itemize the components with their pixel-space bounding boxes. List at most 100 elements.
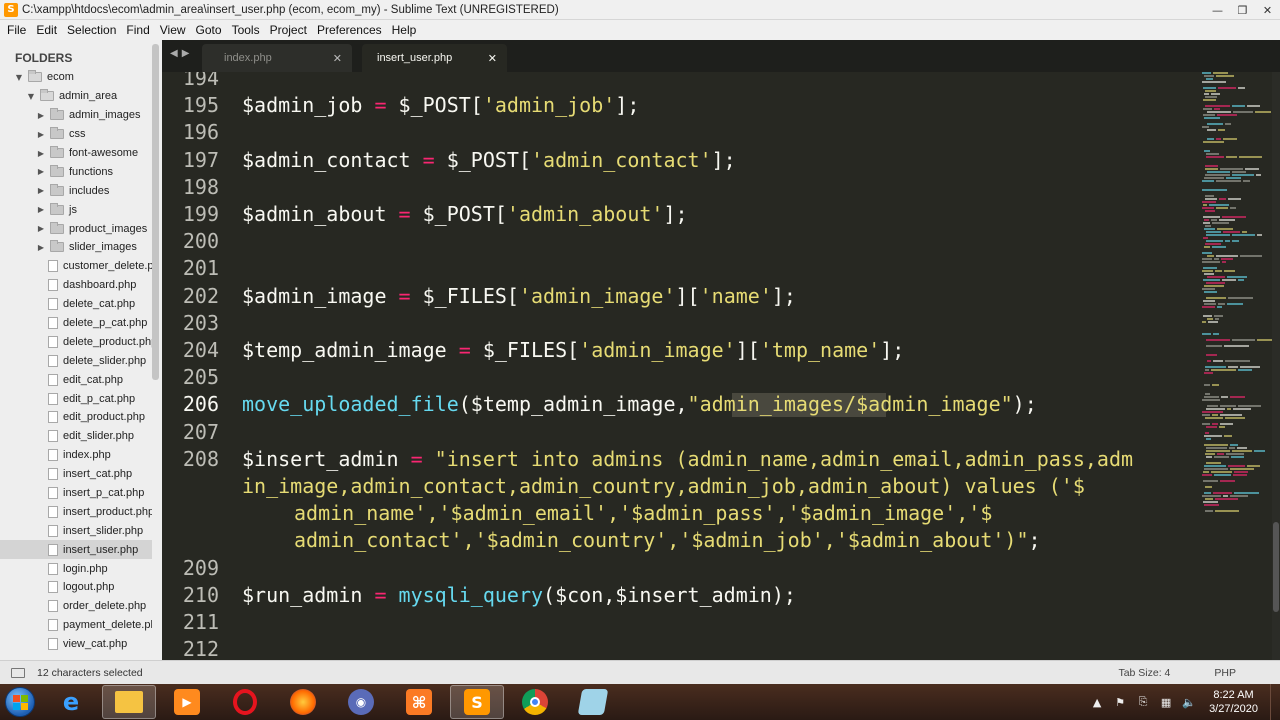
chevron-up-icon[interactable]: ▲ xyxy=(1088,693,1106,711)
tree-folder-admin-area[interactable]: ▼ admin_area xyxy=(0,87,152,106)
menu-file[interactable]: File xyxy=(2,20,31,40)
code-line-210[interactable]: 210 $run_admin = mysqli_query($con,$inser… xyxy=(162,582,1200,609)
menu-edit[interactable]: Edit xyxy=(31,20,62,40)
tree-file-payment-delete-php[interactable]: payment_delete.php xyxy=(0,616,152,635)
tree-file-order-delete-php[interactable]: order_delete.php xyxy=(0,597,152,616)
code-line-206[interactable]: 206 move_uploaded_file($temp_admin_image,… xyxy=(162,391,1200,418)
chevron-right-icon[interactable]: ▶ xyxy=(36,167,46,176)
tree-folder-admin-images[interactable]: ▶ admin_images xyxy=(0,106,152,125)
code-line-202[interactable]: 202 $admin_image = $_FILES['admin_image']… xyxy=(162,283,1200,310)
menu-view[interactable]: View xyxy=(155,20,191,40)
menu-find[interactable]: Find xyxy=(121,20,154,40)
menu-help[interactable]: Help xyxy=(387,20,422,40)
code-line-203[interactable]: 203 xyxy=(162,310,1200,337)
code-line-208-wrap[interactable]: admin_contact','$admin_country','$admin_… xyxy=(162,527,1200,554)
tree-file-edit-slider-php[interactable]: edit_slider.php xyxy=(0,427,152,446)
chevron-down-icon[interactable]: ▼ xyxy=(26,92,36,101)
chevron-right-icon[interactable]: ▶ xyxy=(36,243,46,252)
start-button[interactable] xyxy=(0,684,40,720)
tree-folder-functions[interactable]: ▶ functions xyxy=(0,162,152,181)
tree-folder-slider-images[interactable]: ▶ slider_images xyxy=(0,238,152,257)
tree-file-customer-delete-php[interactable]: customer_delete.php xyxy=(0,257,152,276)
tab-insert-user-php[interactable]: insert_user.php ✕ xyxy=(362,44,507,72)
volume-icon[interactable]: 🔈 xyxy=(1180,693,1198,711)
code-line-209[interactable]: 209 xyxy=(162,555,1200,582)
tab-size-status[interactable]: Tab Size: 4 xyxy=(1096,667,1192,679)
flag-icon[interactable]: ⚑ xyxy=(1111,693,1129,711)
network-signal-icon[interactable]: ▦ xyxy=(1157,693,1175,711)
usb-icon[interactable]: ⎘ xyxy=(1134,693,1152,711)
minimize-icon[interactable]: — xyxy=(1205,0,1230,20)
tree-file-insert-user-php[interactable]: insert_user.php xyxy=(0,540,152,560)
scrollbar-thumb[interactable] xyxy=(1273,522,1279,612)
menu-project[interactable]: Project xyxy=(265,20,312,40)
code-line-212[interactable]: 212 xyxy=(162,636,1200,660)
taskbar-chrome[interactable] xyxy=(508,685,562,719)
tree-file-edit-p-cat-php[interactable]: edit_p_cat.php xyxy=(0,389,152,408)
tree-folder-includes[interactable]: ▶ includes xyxy=(0,181,152,200)
code-line-199[interactable]: 199 $admin_about = $_POST['admin_about']; xyxy=(162,201,1200,228)
code-line-207[interactable]: 207 xyxy=(162,419,1200,446)
taskbar-xampp[interactable]: ⌘ xyxy=(392,685,446,719)
tree-file-edit-cat-php[interactable]: edit_cat.php xyxy=(0,370,152,389)
sidebar-scrollbar[interactable] xyxy=(152,44,159,380)
tree-file-insert-p-cat-php[interactable]: insert_p_cat.php xyxy=(0,484,152,503)
taskbar-media-player[interactable]: ▶ xyxy=(160,685,214,719)
taskbar-sublime-text[interactable]: S xyxy=(450,685,504,719)
tree-folder-js[interactable]: ▶ js xyxy=(0,200,152,219)
chevron-right-icon[interactable]: ▶ xyxy=(36,111,46,120)
taskbar-opera[interactable] xyxy=(218,685,272,719)
tree-file-logout-php[interactable]: logout.php xyxy=(0,578,152,597)
tree-file-delete-p-cat-php[interactable]: delete_p_cat.php xyxy=(0,314,152,333)
chevron-down-icon[interactable]: ▼ xyxy=(14,73,24,82)
taskbar-file-explorer[interactable] xyxy=(102,685,156,719)
code-line-201[interactable]: 201 xyxy=(162,255,1200,282)
taskbar-notepad[interactable] xyxy=(566,685,620,719)
taskbar-firefox[interactable] xyxy=(276,685,330,719)
menu-goto[interactable]: Goto xyxy=(191,20,227,40)
taskbar-clock[interactable]: 8:22 AM 3/27/2020 xyxy=(1209,688,1258,716)
tree-file-view-cat-php[interactable]: view_cat.php xyxy=(0,635,152,654)
show-desktop-button[interactable] xyxy=(1270,684,1280,720)
code-line-208[interactable]: 208 $insert_admin = "insert into admins (… xyxy=(162,446,1200,473)
code-line-197[interactable]: 197 $admin_contact = $_POST['admin_contac… xyxy=(162,147,1200,174)
tree-folder-ecom[interactable]: ▼ ecom xyxy=(0,68,152,87)
tree-folder-product-images[interactable]: ▶ product_images xyxy=(0,219,152,238)
chevron-right-icon[interactable]: ▶ xyxy=(36,130,46,139)
code-line-204[interactable]: 204 $temp_admin_image = $_FILES['admin_im… xyxy=(162,337,1200,364)
chevron-right-icon[interactable]: ▶ xyxy=(36,149,46,158)
taskbar-screen-recorder[interactable]: ◉ xyxy=(334,685,388,719)
tree-file-insert-slider-php[interactable]: insert_slider.php xyxy=(0,521,152,540)
code-line-198[interactable]: 198 xyxy=(162,174,1200,201)
chevron-right-icon[interactable]: ▶ xyxy=(36,186,46,195)
tree-folder-css[interactable]: ▶ css xyxy=(0,125,152,144)
tree-file-dashboard-php[interactable]: dashboard.php xyxy=(0,276,152,295)
code-line-205[interactable]: 205 xyxy=(162,364,1200,391)
editor-scrollbar[interactable] xyxy=(1272,72,1280,660)
tree-file-index-php[interactable]: index.php xyxy=(0,446,152,465)
tab-nav-arrows-icon[interactable]: ◀▶ xyxy=(170,48,193,59)
tree-file-delete-cat-php[interactable]: delete_cat.php xyxy=(0,295,152,314)
close-icon[interactable]: ✕ xyxy=(488,52,497,65)
panel-toggle-icon[interactable] xyxy=(11,667,25,678)
code-line-211[interactable]: 211 xyxy=(162,609,1200,636)
code-line-195[interactable]: 195 $admin_job = $_POST['admin_job']; xyxy=(162,92,1200,119)
menu-tools[interactable]: Tools xyxy=(227,20,265,40)
menu-selection[interactable]: Selection xyxy=(62,20,121,40)
menu-preferences[interactable]: Preferences xyxy=(312,20,387,40)
tree-folder-font-awesome[interactable]: ▶ font-awesome xyxy=(0,144,152,163)
chevron-right-icon[interactable]: ▶ xyxy=(36,224,46,233)
taskbar-internet-explorer[interactable]: e xyxy=(44,685,98,719)
code-line-194[interactable]: 194 xyxy=(162,72,1200,92)
code-line-200[interactable]: 200 xyxy=(162,228,1200,255)
tree-file-login-php[interactable]: login.php xyxy=(0,559,152,578)
close-icon[interactable]: ✕ xyxy=(1255,0,1280,20)
restore-icon[interactable]: ❐ xyxy=(1230,0,1255,20)
tree-file-insert-product-php[interactable]: insert_product.php xyxy=(0,502,152,521)
minimap[interactable] xyxy=(1200,72,1272,660)
tree-file-insert-cat-php[interactable]: insert_cat.php xyxy=(0,465,152,484)
close-icon[interactable]: ✕ xyxy=(333,52,342,65)
tree-file-delete-slider-php[interactable]: delete_slider.php xyxy=(0,351,152,370)
tree-file-edit-product-php[interactable]: edit_product.php xyxy=(0,408,152,427)
tree-file-delete-product-php[interactable]: delete_product.php xyxy=(0,332,152,351)
